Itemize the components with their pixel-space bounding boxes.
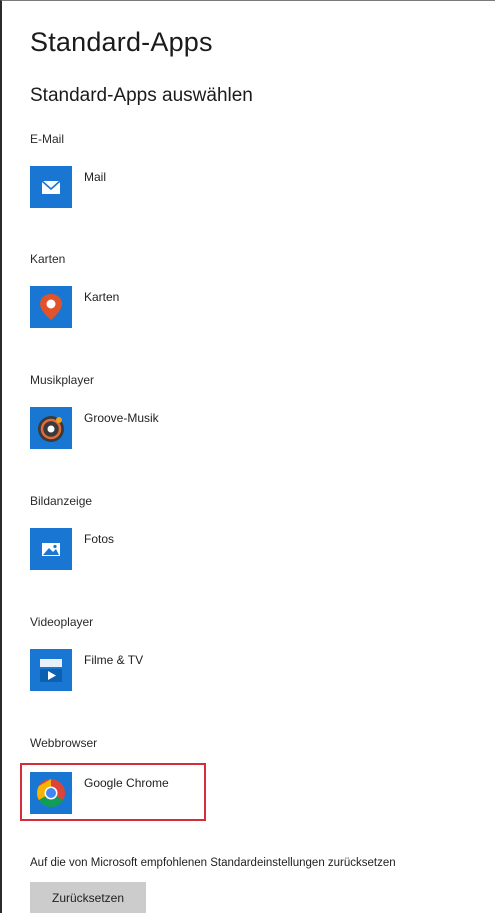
default-apps-window: Standard-Apps Standard-Apps auswählen E-… bbox=[0, 0, 495, 913]
default-app-video[interactable]: Filme & TV bbox=[30, 649, 206, 699]
app-name-maps: Karten bbox=[84, 290, 120, 304]
default-app-email[interactable]: Mail bbox=[30, 166, 206, 216]
default-app-maps[interactable]: Karten bbox=[30, 286, 206, 336]
category-label-video: Videoplayer bbox=[30, 615, 94, 629]
chrome-icon bbox=[30, 772, 72, 814]
app-name-mail: Mail bbox=[84, 170, 107, 184]
app-name-movies-tv: Filme & TV bbox=[84, 653, 144, 667]
app-name-photos: Fotos bbox=[84, 532, 115, 546]
photos-icon bbox=[30, 528, 72, 570]
page-title: Standard-Apps bbox=[30, 27, 213, 57]
groove-music-icon bbox=[30, 407, 72, 449]
maps-pin-icon bbox=[30, 286, 72, 328]
section-title: Standard-Apps auswählen bbox=[30, 85, 253, 106]
category-label-maps: Karten bbox=[30, 252, 66, 266]
default-app-photos[interactable]: Fotos bbox=[30, 528, 206, 578]
category-label-music: Musikplayer bbox=[30, 373, 95, 387]
category-label-photos: Bildanzeige bbox=[30, 494, 93, 508]
default-app-music[interactable]: Groove-Musik bbox=[30, 407, 206, 457]
movies-tv-icon bbox=[30, 649, 72, 691]
app-name-chrome: Google Chrome bbox=[84, 776, 169, 790]
mail-icon bbox=[30, 166, 72, 208]
category-label-browser: Webbrowser bbox=[30, 736, 98, 750]
reset-button[interactable]: Zurücksetzen bbox=[30, 882, 146, 913]
category-label-email: E-Mail bbox=[30, 132, 65, 146]
reset-description: Auf die von Microsoft empfohlenen Standa… bbox=[30, 857, 396, 869]
default-app-browser[interactable]: Google Chrome bbox=[20, 763, 206, 821]
app-name-groove-music: Groove-Musik bbox=[84, 411, 159, 425]
